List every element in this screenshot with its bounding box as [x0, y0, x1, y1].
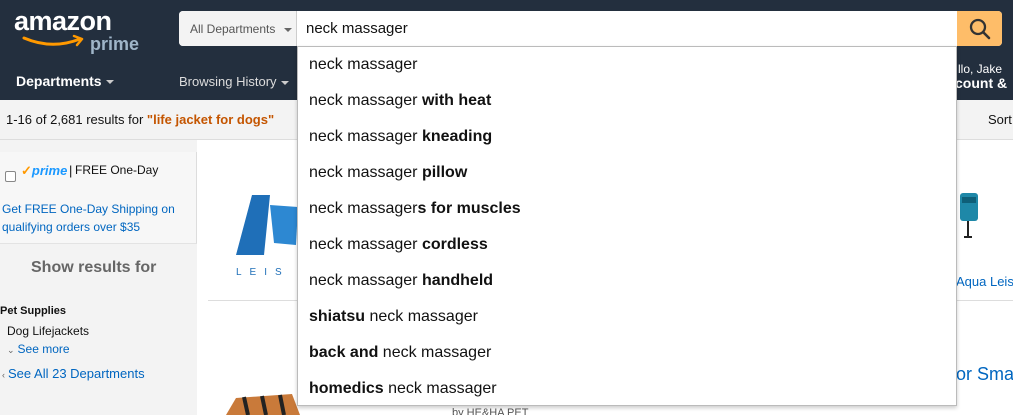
results-query: "life jacket for dogs"	[146, 112, 275, 127]
chevron-down-icon: ⌄	[7, 345, 15, 355]
product-thumbnail-image[interactable]	[952, 185, 992, 245]
nav-greeting: llo, Jake	[958, 62, 1003, 76]
suggestion-base: neck massager	[309, 92, 422, 109]
suggestion-base: neck massager	[309, 56, 418, 73]
category-item[interactable]: Dog Lifejackets	[7, 324, 89, 338]
see-all-departments-link[interactable]: ‹ See All 23 Departments	[2, 366, 145, 381]
checkmark-icon: ✓	[21, 163, 32, 178]
results-count-text: 1-16 of 2,681 results for	[6, 112, 147, 127]
search-bar: All Departments	[179, 11, 1002, 46]
suggestion-suffix: handheld	[421, 272, 494, 289]
suggestion-item[interactable]: back and neck massager	[298, 335, 956, 371]
suggestion-base: neck massager	[309, 236, 422, 253]
suggestion-item[interactable]: homedics neck massager	[298, 371, 956, 407]
suggestion-item[interactable]: neck massager s for muscles	[298, 191, 956, 227]
brand-logo-image[interactable]: LEIS	[230, 185, 300, 285]
suggestion-item[interactable]: neck massager pillow	[298, 155, 956, 191]
nav-departments[interactable]: Departments	[16, 73, 114, 89]
results-count: 1-16 of 2,681 results for "life jacket f…	[6, 112, 274, 127]
prime-checkbox[interactable]	[5, 171, 16, 182]
free-one-day-label: FREE One-Day	[75, 163, 159, 177]
search-input[interactable]	[297, 11, 957, 46]
suggestion-suffix: kneading	[421, 128, 493, 145]
suggestion-prefix: back and	[309, 344, 379, 361]
nav-account-link[interactable]: count &	[955, 75, 1007, 91]
logo-prime-text: prime	[90, 34, 140, 54]
suggestion-prefix: homedics	[309, 380, 384, 397]
show-results-heading: Show results for	[31, 259, 157, 276]
suggestion-base: neck massager	[365, 308, 478, 325]
product-title-link[interactable]: or Small	[956, 364, 1013, 385]
suggestion-item[interactable]: neck massager handheld	[298, 263, 956, 299]
department-select[interactable]: All Departments	[179, 11, 297, 46]
logo-wordmark: amazon	[14, 6, 112, 36]
suggestion-suffix: with heat	[421, 92, 492, 109]
search-button[interactable]	[957, 11, 1002, 46]
nav-departments-label: Departments	[16, 73, 102, 89]
product-byline: by HE&HA PET	[452, 407, 529, 415]
suggestion-item[interactable]: shiatsu neck massager	[298, 299, 956, 335]
suggestion-suffix: cordless	[421, 236, 488, 253]
search-suggestions-dropdown: neck massager neck massager with heat ne…	[297, 46, 957, 406]
suggestion-item[interactable]: neck massager kneading	[298, 119, 956, 155]
category-title[interactable]: Pet Supplies	[0, 305, 66, 317]
suggestion-base: neck massager	[383, 380, 497, 397]
suggestion-suffix: s for muscles	[417, 200, 521, 217]
caret-down-icon	[284, 27, 293, 32]
amazon-prime-logo[interactable]: amazon prime	[12, 6, 152, 54]
nav-browsing-history-label: Browsing History	[179, 74, 277, 89]
suggestion-item[interactable]: neck massager with heat	[298, 83, 956, 119]
amazon-smile-icon	[22, 34, 84, 47]
department-select-label: All Departments	[190, 21, 276, 36]
see-all-label: See All 23 Departments	[8, 366, 145, 381]
suggestion-base: neck massager	[309, 200, 418, 217]
prime-badge: ✓prime	[21, 163, 67, 179]
see-more-label: See more	[17, 342, 70, 356]
nav-browsing-history[interactable]: Browsing History	[179, 74, 289, 89]
see-more-link[interactable]: ⌄ See more	[7, 342, 70, 356]
chevron-left-icon: ‹	[2, 370, 5, 380]
prime-separator: |	[69, 163, 73, 178]
caret-down-icon	[105, 80, 114, 84]
search-icon	[969, 18, 990, 39]
suggestion-item[interactable]: neck massager	[298, 47, 956, 83]
sort-dropdown[interactable]: Sort	[988, 112, 1012, 127]
prime-badge-label: prime	[31, 163, 68, 178]
suggestion-base: neck massager	[309, 164, 422, 181]
product-image[interactable]	[222, 382, 302, 415]
suggestion-base: neck massager	[309, 272, 422, 289]
suggestion-base: neck massager	[309, 128, 422, 145]
suggestion-suffix: pillow	[421, 164, 468, 181]
suggestion-prefix: shiatsu	[309, 308, 366, 325]
suggestion-base: neck massager	[378, 344, 492, 361]
svg-text:LEIS: LEIS	[236, 267, 290, 278]
prime-promo-link[interactable]: Get FREE One-Day Shipping on qualifying …	[2, 200, 192, 236]
brand-link[interactable]: Aqua Leis	[956, 274, 1013, 289]
caret-down-icon	[280, 80, 289, 85]
suggestion-item[interactable]: neck massager cordless	[298, 227, 956, 263]
